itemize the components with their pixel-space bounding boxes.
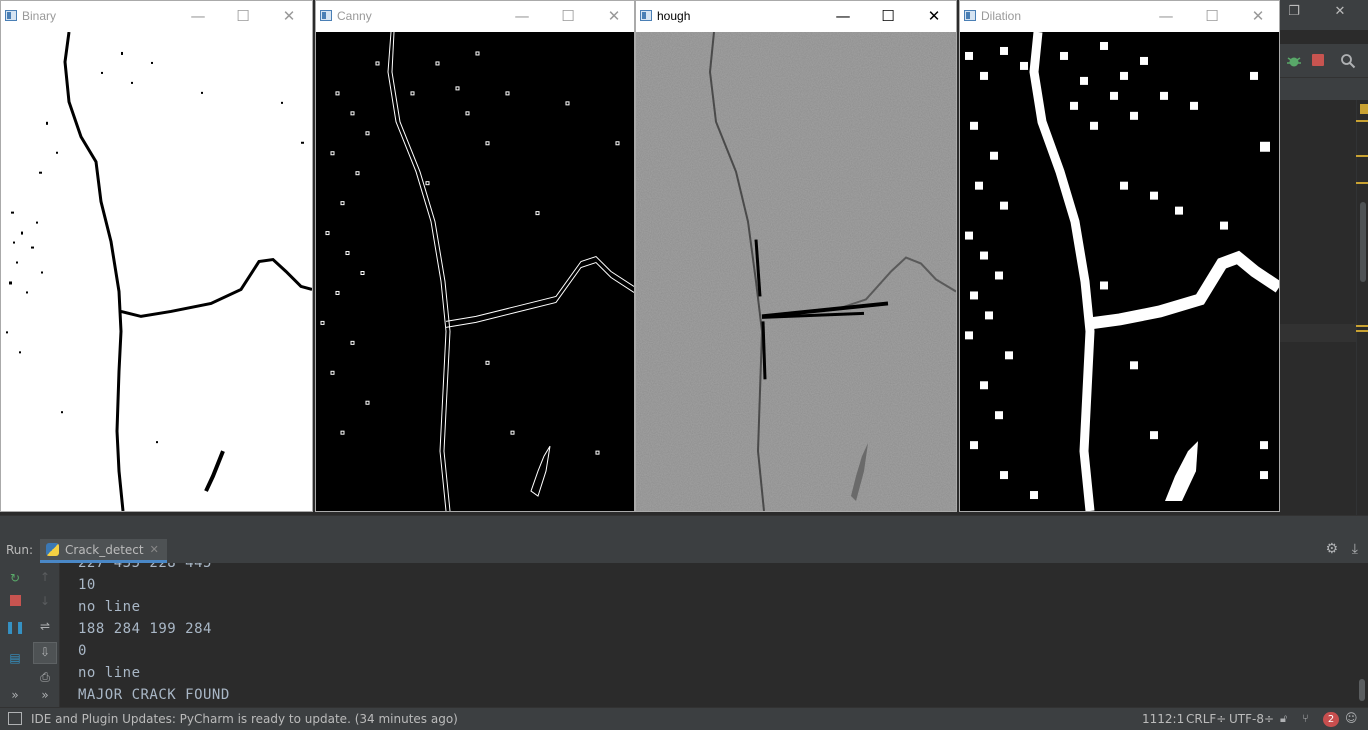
- window-title: hough: [657, 9, 691, 23]
- more-icon[interactable]: »: [5, 686, 25, 704]
- notifications-badge[interactable]: 2: [1323, 712, 1339, 727]
- editor-tab-strip: [1280, 78, 1368, 100]
- rerun-icon[interactable]: ↻: [5, 569, 25, 587]
- console-line: 10: [78, 577, 96, 593]
- hough-window[interactable]: hough — ☐ ✕: [635, 0, 957, 512]
- maximize-button[interactable]: ☐: [228, 5, 258, 27]
- app-window-icon: [5, 10, 17, 21]
- window-title: Canny: [337, 9, 372, 23]
- up-arrow-icon[interactable]: ↑: [35, 568, 55, 586]
- canny-window[interactable]: Canny — ☐ ✕: [315, 0, 635, 512]
- app-window-icon: [320, 10, 332, 21]
- app-window-icon: [640, 10, 652, 21]
- dilation-image: [960, 32, 1279, 511]
- scroll-to-end-icon[interactable]: ⇩: [33, 642, 57, 664]
- search-icon[interactable]: [1340, 53, 1356, 69]
- ide-toolbar: [1280, 44, 1368, 78]
- minimize-button[interactable]: —: [507, 5, 537, 27]
- app-window-icon: [964, 10, 976, 21]
- error-stripe-marker[interactable]: [1356, 325, 1368, 327]
- print-icon[interactable]: ⎙: [35, 668, 55, 686]
- layout-icon[interactable]: ▤: [5, 649, 25, 667]
- status-message[interactable]: IDE and Plugin Updates: PyCharm is ready…: [31, 712, 458, 726]
- run-tab-crack-detect[interactable]: Crack_detect ✕: [40, 539, 167, 563]
- run-toolbar-right: ↑ ↓ ⇌ ⇩ ⎙ »: [30, 563, 60, 707]
- window-titlebar[interactable]: Binary — ☐ ✕: [1, 1, 312, 32]
- console-line: no line: [78, 599, 141, 615]
- close-tab-button[interactable]: ✕: [150, 543, 159, 556]
- git-icon[interactable]: ⑂: [1302, 712, 1309, 725]
- console-line: no line: [78, 665, 141, 681]
- editor-scroll-thumb[interactable]: [1360, 202, 1366, 282]
- run-panel-header: [0, 515, 1368, 539]
- close-button[interactable]: ✕: [274, 5, 304, 27]
- minimize-button[interactable]: —: [1151, 5, 1181, 27]
- user-icon[interactable]: ☺: [1345, 711, 1358, 725]
- download-icon[interactable]: ⤓: [1352, 541, 1358, 557]
- console-output[interactable]: 227 435 228 445 10 no line 188 284 199 2…: [60, 563, 1356, 707]
- pause-icon[interactable]: ❚❚: [5, 618, 25, 636]
- run-tab-bar: Run: Crack_detect ✕: [0, 539, 1368, 563]
- maximize-button[interactable]: ☐: [1197, 5, 1227, 27]
- caret-position[interactable]: 1112:1: [1142, 712, 1184, 726]
- minimize-button[interactable]: —: [828, 5, 858, 27]
- ide-titlebar: ❐ ✕: [1280, 0, 1368, 30]
- error-stripe-marker[interactable]: [1356, 120, 1368, 122]
- line-separator[interactable]: CRLF÷: [1186, 712, 1226, 726]
- gear-icon[interactable]: ⚙: [1325, 541, 1338, 557]
- close-button[interactable]: ✕: [599, 5, 629, 27]
- run-toolbar-left: ↻ ❚❚ ▤ »: [0, 563, 30, 707]
- window-title: Binary: [22, 9, 57, 23]
- status-bar: IDE and Plugin Updates: PyCharm is ready…: [0, 707, 1368, 730]
- screen: ❐ ✕ Binary — ☐ ✕ Canny — ☐ ✕ hough — ☐ ✕…: [0, 0, 1368, 730]
- editor-current-line: [1280, 324, 1356, 342]
- stop-icon[interactable]: [1312, 54, 1324, 66]
- error-stripe-marker[interactable]: [1356, 182, 1368, 184]
- soft-wrap-icon[interactable]: ⇌: [35, 617, 55, 635]
- dilation-window[interactable]: Dilation — ☐ ✕: [959, 0, 1280, 512]
- binary-image: [1, 32, 312, 511]
- window-title: Dilation: [981, 9, 1022, 23]
- run-label: Run:: [6, 543, 34, 557]
- debug-icon[interactable]: [1286, 53, 1302, 69]
- console-line: MAJOR CRACK FOUND: [78, 687, 230, 703]
- binary-window[interactable]: Binary — ☐ ✕: [0, 0, 313, 512]
- tool-windows-icon[interactable]: [8, 712, 22, 725]
- hough-image: [636, 32, 956, 511]
- editor-scrollbar[interactable]: [1356, 100, 1368, 515]
- python-file-icon: [46, 543, 59, 556]
- run-tab-label: Crack_detect: [65, 542, 144, 557]
- minimize-button[interactable]: —: [183, 5, 213, 27]
- canny-image: [316, 32, 634, 511]
- window-titlebar[interactable]: Canny — ☐ ✕: [316, 1, 634, 32]
- window-titlebar[interactable]: Dilation — ☐ ✕: [960, 1, 1279, 32]
- maximize-button[interactable]: ☐: [873, 5, 903, 27]
- console-scrollbar[interactable]: [1356, 563, 1368, 707]
- console-line: 227 435 228 445: [78, 563, 212, 571]
- lock-icon[interactable]: 🔓︎: [1280, 712, 1287, 726]
- console-line: 188 284 199 284: [78, 621, 212, 637]
- more-icon[interactable]: »: [35, 686, 55, 704]
- file-encoding[interactable]: UTF-8÷: [1229, 712, 1274, 726]
- window-titlebar[interactable]: hough — ☐ ✕: [636, 1, 956, 32]
- close-button[interactable]: ✕: [919, 5, 949, 27]
- close-icon[interactable]: ✕: [1328, 4, 1352, 19]
- ide-background: ❐ ✕: [1280, 0, 1368, 515]
- error-stripe-marker[interactable]: [1356, 330, 1368, 332]
- console-scroll-thumb[interactable]: [1359, 679, 1365, 701]
- console-line: 0: [78, 643, 87, 659]
- warning-marker[interactable]: [1360, 104, 1368, 114]
- close-button[interactable]: ✕: [1243, 5, 1273, 27]
- code-editor[interactable]: [1280, 100, 1368, 515]
- stop-icon: [9, 595, 21, 606]
- restore-icon[interactable]: ❐: [1282, 4, 1306, 19]
- maximize-button[interactable]: ☐: [553, 5, 583, 27]
- stop-button[interactable]: [5, 593, 25, 611]
- down-arrow-icon[interactable]: ↓: [35, 592, 55, 610]
- error-stripe-marker[interactable]: [1356, 155, 1368, 157]
